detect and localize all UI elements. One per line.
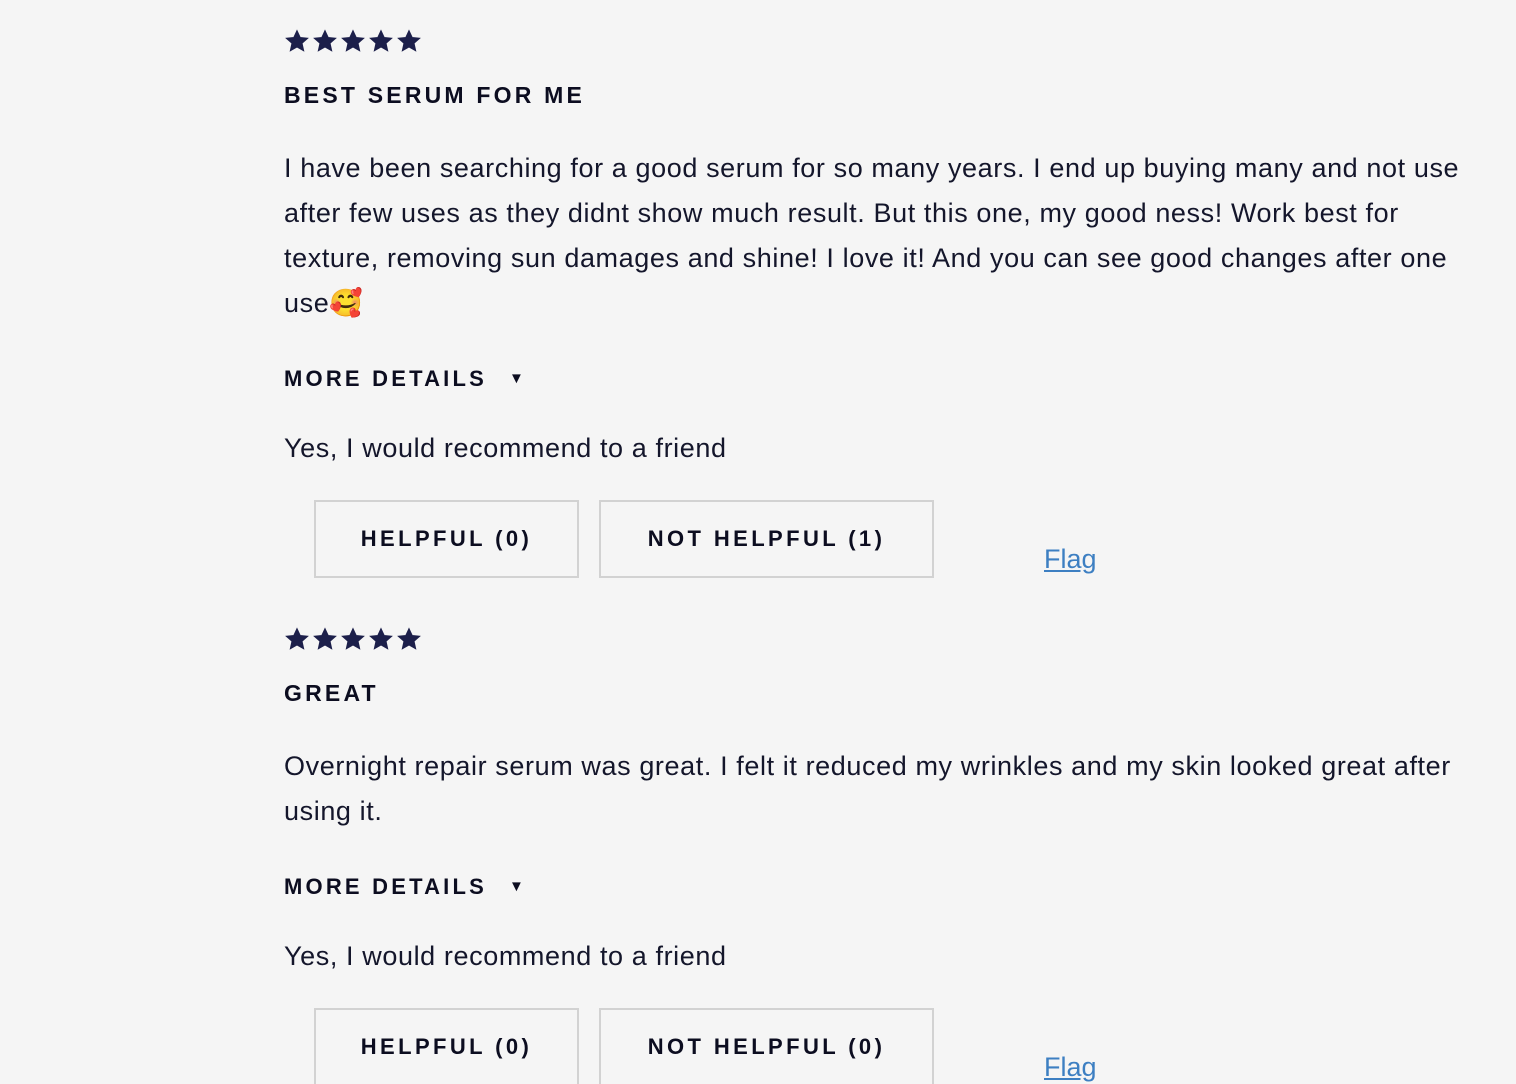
star-filled-icon: [340, 28, 366, 54]
star-filled-icon: [396, 626, 422, 652]
star-filled-icon: [284, 626, 310, 652]
reviews-list: BEST SERUM FOR ME I have been searching …: [0, 0, 1516, 1084]
recommend-text: Yes, I would recommend to a friend: [284, 941, 727, 971]
star-filled-icon: [312, 626, 338, 652]
star-filled-icon: [368, 28, 394, 54]
more-details-toggle[interactable]: MORE DETAILS ▼: [284, 364, 564, 394]
review-body: I have been searching for a good serum f…: [284, 153, 1460, 318]
not-helpful-button[interactable]: NOT HELPFUL (1): [599, 500, 934, 578]
star-filled-icon: [396, 28, 422, 54]
review-body: Overnight repair serum was great. I felt…: [284, 751, 1451, 826]
review-item: BEST SERUM FOR ME I have been searching …: [284, 26, 1494, 580]
recommend-text: Yes, I would recommend to a friend: [284, 433, 727, 463]
review-actions: HELPFUL (0) NOT HELPFUL (0) Flag: [284, 1008, 1494, 1084]
more-details-toggle[interactable]: MORE DETAILS ▼: [284, 872, 564, 902]
more-details-label: MORE DETAILS: [284, 874, 487, 899]
review-item: GREAT Overnight repair serum was great. …: [284, 624, 1494, 1084]
not-helpful-button[interactable]: NOT HELPFUL (0): [599, 1008, 934, 1084]
star-filled-icon: [340, 626, 366, 652]
caret-down-icon: ▼: [509, 370, 524, 387]
helpful-button[interactable]: HELPFUL (0): [314, 500, 579, 578]
star-rating: [284, 26, 1494, 56]
review-actions: HELPFUL (0) NOT HELPFUL (1) Flag: [284, 500, 1494, 580]
star-filled-icon: [284, 28, 310, 54]
flag-link[interactable]: Flag: [1044, 544, 1097, 575]
review-title: BEST SERUM FOR ME: [284, 82, 586, 108]
flag-link[interactable]: Flag: [1044, 1052, 1097, 1083]
star-rating: [284, 624, 1494, 654]
caret-down-icon: ▼: [509, 878, 524, 895]
more-details-label: MORE DETAILS: [284, 366, 487, 391]
review-title: GREAT: [284, 680, 379, 706]
star-filled-icon: [368, 626, 394, 652]
star-filled-icon: [312, 28, 338, 54]
helpful-button[interactable]: HELPFUL (0): [314, 1008, 579, 1084]
